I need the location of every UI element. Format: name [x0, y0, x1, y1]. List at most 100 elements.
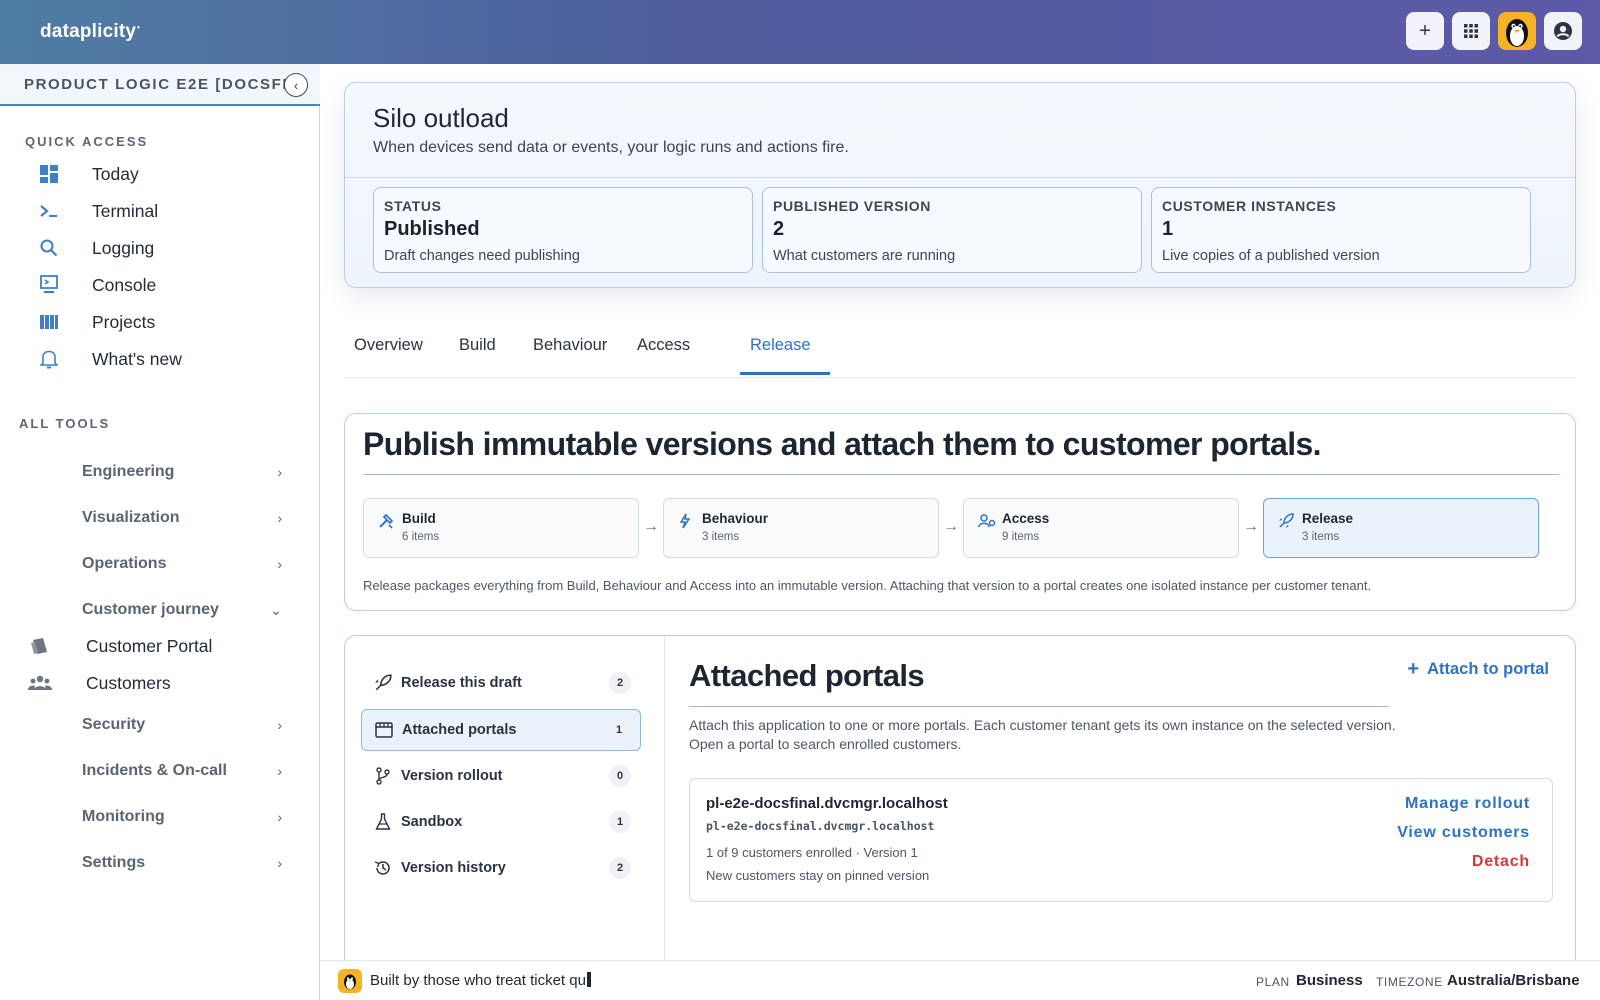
sidebar-group-incidents[interactable]: Incidents & On-call ›: [82, 756, 282, 786]
sidebar-group-visualization[interactable]: Visualization ›: [82, 503, 282, 533]
release-nav: Release this draft 2 Attached portals 1 …: [345, 636, 665, 1000]
arrow-right-icon: →: [943, 518, 959, 535]
avatar-button[interactable]: [1498, 12, 1536, 50]
chevron-right-icon: ›: [277, 855, 282, 871]
detach-link[interactable]: Detach: [1472, 853, 1530, 871]
sidebar-item-console[interactable]: Console: [38, 270, 156, 300]
bell-icon: [38, 348, 60, 370]
sidebar-group-engineering[interactable]: Engineering ›: [82, 457, 282, 487]
sidebar-item-label: Console: [92, 274, 157, 295]
sidebar-item-label: Customer Portal: [86, 635, 213, 656]
branch-icon: [373, 766, 393, 786]
timezone-value: Australia/Brisbane: [1447, 972, 1580, 989]
sidebar-group-operations[interactable]: Operations ›: [82, 549, 282, 579]
stat-published-version: PUBLISHED VERSION 2 What customers are r…: [762, 187, 1142, 273]
release-detail-card: Release this draft 2 Attached portals 1 …: [344, 635, 1576, 1000]
tab-overview[interactable]: Overview: [354, 336, 423, 355]
stat-key: STATUS: [384, 198, 442, 214]
attach-button-label: Attach to portal: [1427, 660, 1549, 678]
tab-behaviour[interactable]: Behaviour: [533, 336, 607, 355]
sidebar-item-label: Today: [92, 163, 139, 184]
section-heading: Publish immutable versions and attach th…: [363, 426, 1322, 462]
page-title: Silo outload: [373, 103, 509, 133]
stat-status: STATUS Published Draft changes need publ…: [373, 187, 753, 273]
step-count: 9 items: [1002, 531, 1040, 543]
build-icon: [378, 513, 396, 531]
release-nav-sandbox[interactable]: Sandbox 1: [361, 801, 641, 843]
attach-to-portal-button[interactable]: + Attach to portal: [1407, 658, 1549, 681]
portal-enrollment: 1 of 9 customers enrolled · Version 1: [706, 845, 918, 860]
sidebar-item-logging[interactable]: Logging: [38, 233, 154, 263]
release-note: Release packages everything from Build, …: [363, 578, 1372, 593]
pipeline-step-access[interactable]: Access 9 items: [963, 498, 1239, 558]
sidebar-item-label: Terminal: [92, 200, 159, 221]
chevron-right-icon: ›: [277, 717, 282, 733]
pipeline-step-build[interactable]: Build 6 items: [363, 498, 639, 558]
add-button[interactable]: +: [1406, 12, 1444, 50]
chevron-right-icon: ›: [277, 809, 282, 825]
release-nav-version-rollout[interactable]: Version rollout 0: [361, 755, 641, 797]
collapse-sidebar-button[interactable]: ‹: [284, 73, 308, 97]
release-nav-release-draft[interactable]: Release this draft 2: [361, 662, 641, 704]
stat-value: 2: [773, 218, 785, 240]
flask-icon: [373, 812, 393, 832]
main-content: Silo outload When devices send data or e…: [320, 64, 1600, 1000]
project-name: PRODUCT LOGIC E2E [DOCSFINAL]: [24, 75, 286, 93]
sidebar-item-label: What's new: [92, 348, 182, 369]
view-customers-link[interactable]: View customers: [1397, 824, 1530, 842]
sidebar-item-whats-new[interactable]: What's new: [38, 344, 182, 374]
sidebar-group-security[interactable]: Security ›: [82, 710, 282, 740]
release-nav-label: Version rollout: [401, 768, 503, 784]
release-nav-label: Attached portals: [402, 722, 517, 738]
release-nav-version-history[interactable]: Version history 2: [361, 847, 641, 889]
quick-access-title: QUICK ACCESS: [25, 134, 149, 149]
penguin-avatar-icon: [1506, 19, 1528, 47]
step-count: 6 items: [402, 531, 440, 543]
portal-icon: [28, 635, 52, 657]
plus-icon: +: [1419, 19, 1431, 42]
section-description: Attach this application to one or more p…: [689, 717, 1396, 752]
tab-access[interactable]: Access: [637, 336, 690, 355]
sidebar-group-settings[interactable]: Settings ›: [82, 848, 282, 878]
chevron-right-icon: ›: [277, 763, 282, 779]
tab-bar: Overview Build Behaviour Access Release: [344, 330, 1576, 378]
sidebar-item-customer-portal[interactable]: Customer Portal: [28, 631, 212, 661]
release-nav-attached-portals[interactable]: Attached portals 1: [361, 709, 641, 751]
history-icon: [373, 858, 393, 878]
plan-key: PLAN: [1256, 975, 1290, 989]
sidebar-item-projects[interactable]: Projects: [38, 307, 155, 337]
portal-card: pl-e2e-docsfinal.dvcmgr.localhost pl-e2e…: [689, 778, 1553, 902]
sidebar-item-today[interactable]: Today: [38, 159, 139, 189]
pipeline-step-behaviour[interactable]: Behaviour 3 items: [663, 498, 939, 558]
timezone-key: TIMEZONE: [1376, 975, 1443, 989]
sidebar-item-label: Logging: [92, 237, 155, 258]
apps-button[interactable]: [1452, 12, 1490, 50]
page-subtitle: When devices send data or events, your l…: [373, 139, 849, 156]
console-icon: [38, 274, 60, 296]
divider: [363, 474, 1559, 475]
sidebar-group-monitoring[interactable]: Monitoring ›: [82, 802, 282, 832]
sidebar-group-label: Operations: [82, 555, 167, 572]
sidebar-item-terminal[interactable]: Terminal: [38, 196, 158, 226]
plus-icon: +: [1407, 658, 1420, 680]
brand-name: dataplicity: [40, 21, 137, 42]
sidebar-group-label: Monitoring: [82, 808, 165, 825]
all-tools-title: ALL TOOLS: [19, 416, 111, 431]
tab-build[interactable]: Build: [459, 336, 496, 355]
tab-release[interactable]: Release: [750, 336, 811, 355]
pipeline-step-release[interactable]: Release 3 items: [1263, 498, 1539, 558]
top-bar: dataplicity• +: [0, 0, 1600, 64]
stat-customer-instances: CUSTOMER INSTANCES 1 Live copies of a pu…: [1151, 187, 1531, 273]
sidebar-item-customers[interactable]: Customers: [28, 668, 171, 698]
sidebar-group-customer-journey[interactable]: Customer journey ⌄: [82, 595, 282, 625]
chevron-right-icon: ›: [277, 510, 282, 526]
manage-rollout-link[interactable]: Manage rollout: [1405, 795, 1530, 813]
stat-key: CUSTOMER INSTANCES: [1162, 198, 1337, 214]
stat-value: Published: [384, 218, 480, 240]
brand-logo[interactable]: dataplicity•: [40, 21, 140, 43]
projects-icon: [38, 311, 60, 333]
count-badge: 1: [608, 719, 630, 741]
project-selector[interactable]: PRODUCT LOGIC E2E [DOCSFINAL] ‹: [0, 64, 320, 106]
account-button[interactable]: [1544, 12, 1582, 50]
count-badge: 2: [609, 672, 631, 694]
